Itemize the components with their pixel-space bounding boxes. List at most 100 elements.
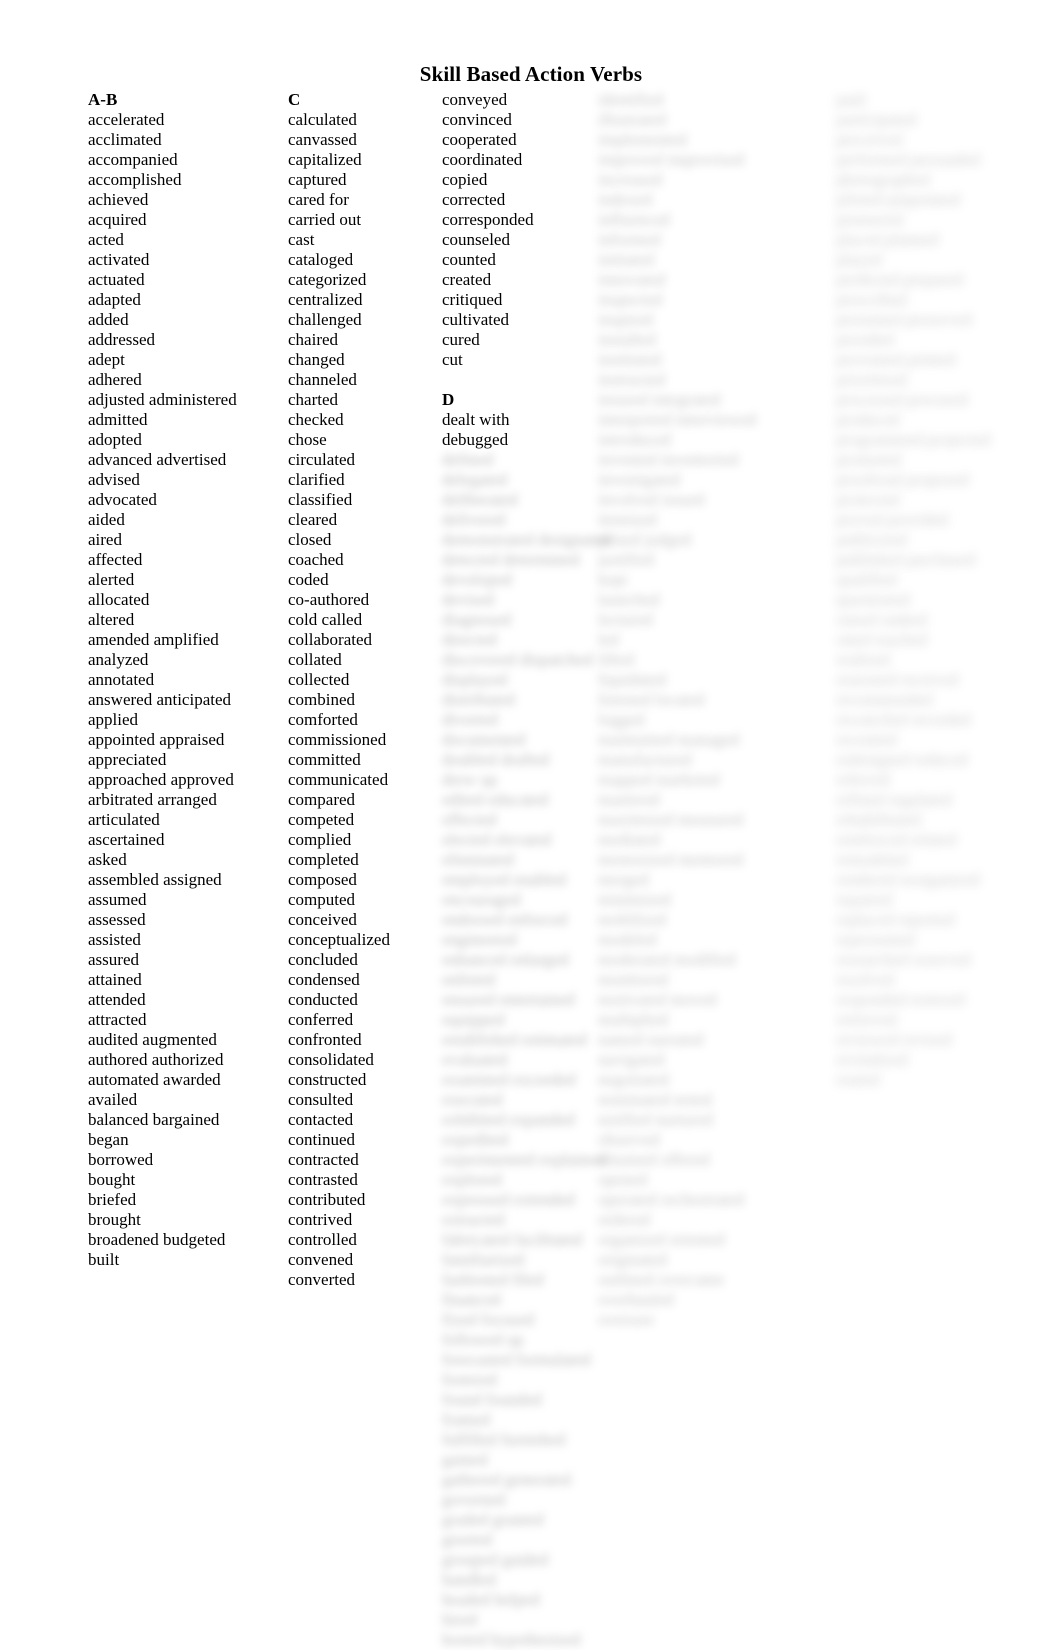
verb-entry: contracted	[288, 1150, 359, 1169]
verb-entry: acquired	[88, 210, 147, 229]
verb-entry: monitored	[598, 970, 668, 989]
verb-entry: classified	[288, 490, 353, 509]
verb-entry: kept	[598, 570, 628, 589]
verb-entry: originated	[598, 1250, 667, 1269]
verb-entry: counted	[442, 250, 496, 269]
verb-entry: effected	[442, 810, 497, 829]
verb-entry: innovated	[598, 270, 666, 289]
verb-entry: repaired	[836, 890, 892, 909]
verb-entry: adept	[88, 350, 125, 369]
verb-entry: improved improvised	[598, 150, 744, 169]
verb-entry: processed procured	[836, 390, 968, 409]
verb-entry: instructed	[598, 370, 666, 389]
verb-entry: produced	[836, 410, 900, 429]
verb-entry: detected determined	[442, 550, 580, 569]
verb-entry: conceptualized	[288, 930, 390, 949]
verb-entry: conveyed	[442, 90, 508, 109]
verb-entry: opened	[598, 1170, 648, 1189]
verb-entry: operated orchestrated	[598, 1190, 744, 1209]
verb-entry: debugged	[442, 430, 509, 449]
verb-entry: dealt with	[442, 410, 510, 429]
verb-entry: fashioned filed	[442, 1270, 544, 1289]
column-heading-c: C	[288, 90, 301, 109]
verb-entry: published purchased	[836, 550, 976, 569]
verb-entry: closed	[288, 530, 332, 549]
verb-entry: involved issued	[598, 490, 705, 509]
verb-entry: ordered	[598, 1210, 650, 1229]
verb-entry: completed	[288, 850, 359, 869]
verb-entry: fostered	[442, 1370, 497, 1389]
verb-entry: pioneered	[836, 210, 904, 229]
verb-entry: notified nurtured	[598, 1110, 713, 1129]
verb-entry: deliberated	[442, 490, 518, 509]
verb-entry: greeted	[442, 1530, 493, 1549]
verb-entry: centralized	[288, 290, 363, 309]
verb-entry: revitalized	[836, 1050, 908, 1069]
verb-entry: broadened budgeted	[88, 1230, 226, 1249]
verb-entry: clarified	[288, 470, 345, 489]
verb-entry: inspected	[598, 290, 663, 309]
verb-entry: collaborated	[288, 630, 373, 649]
verb-entry: consulted	[288, 1090, 354, 1109]
verb-entry: edited educated	[442, 790, 549, 809]
verb-entry: reasoned received	[836, 670, 959, 689]
verb-entry: piloted pinpointed	[836, 190, 961, 209]
verb-entry: maintained managed	[598, 730, 740, 749]
verb-entry: built	[88, 1250, 120, 1269]
verb-entry: cut	[442, 350, 463, 369]
verb-entry: channeled	[288, 370, 357, 389]
verb-entry: modeled	[598, 930, 657, 949]
verb-entry: routed	[836, 1070, 880, 1089]
verb-entry: availed	[88, 1090, 138, 1109]
verb-entry: referred	[836, 770, 890, 789]
verb-entry: initiated	[598, 250, 654, 269]
verb-entry: attended	[88, 990, 146, 1009]
verb-entry: rendered reorganized	[836, 870, 980, 889]
verb-entry: proved provided	[836, 510, 948, 529]
verb-entry: assembled assigned	[88, 870, 222, 889]
verb-entry: demonstrated designated	[442, 530, 611, 549]
verb-entry: gained	[442, 1450, 488, 1469]
verb-entry: instituted	[598, 350, 662, 369]
verb-entry: proofread proposed	[836, 470, 969, 489]
verb-entry: minimized	[598, 890, 671, 909]
verb-entry: negotiated	[598, 1070, 669, 1089]
verb-entry: applied	[88, 710, 139, 729]
verb-entry: aired	[88, 530, 122, 549]
verb-entry: corresponded	[442, 210, 534, 229]
verb-entry: protected	[836, 490, 900, 509]
verb-entry: fabricated facilitated	[442, 1230, 583, 1249]
verb-entry: complied	[288, 830, 352, 849]
verb-entry: constructed	[288, 1070, 367, 1089]
verb-entry: defined	[442, 450, 493, 469]
verb-entry: brought	[88, 1210, 141, 1229]
verb-entry: predicted prepared	[836, 270, 963, 289]
verb-entry: headed helped	[442, 1590, 540, 1609]
verb-entry: coded	[288, 570, 329, 589]
verb-entry: admitted	[88, 410, 148, 429]
verb-entry: audited augmented	[88, 1030, 217, 1049]
verb-entry: doubled drafted	[442, 750, 550, 769]
verb-entry: mapped marketed	[598, 770, 720, 789]
verb-entry: adjusted administered	[88, 390, 237, 409]
verb-entry: charted	[288, 390, 339, 409]
verb-entry: directed	[442, 630, 497, 649]
verb-entry: arbitrated arranged	[88, 790, 217, 809]
verb-entry: co-authored	[288, 590, 370, 609]
verb-entry: diverted	[442, 710, 498, 729]
verb-entry: raised ranked	[836, 610, 928, 629]
verb-entry: exhibited expanded	[442, 1110, 575, 1129]
verb-entry: found founded	[442, 1390, 542, 1409]
verb-entry: advanced advertised	[88, 450, 227, 469]
verb-entry: participated	[836, 110, 917, 129]
verb-entry: chaired	[288, 330, 339, 349]
verb-entry: consolidated	[288, 1050, 374, 1069]
verb-entry: approached approved	[88, 770, 234, 789]
verb-entry: mastered	[598, 790, 660, 809]
verb-entry: acted	[88, 230, 124, 249]
verb-entry: executed	[442, 1090, 503, 1109]
verb-entry: calculated	[288, 110, 357, 129]
verb-entry: controlled	[288, 1230, 357, 1249]
verb-entry: interpreted interviewed	[598, 410, 757, 429]
